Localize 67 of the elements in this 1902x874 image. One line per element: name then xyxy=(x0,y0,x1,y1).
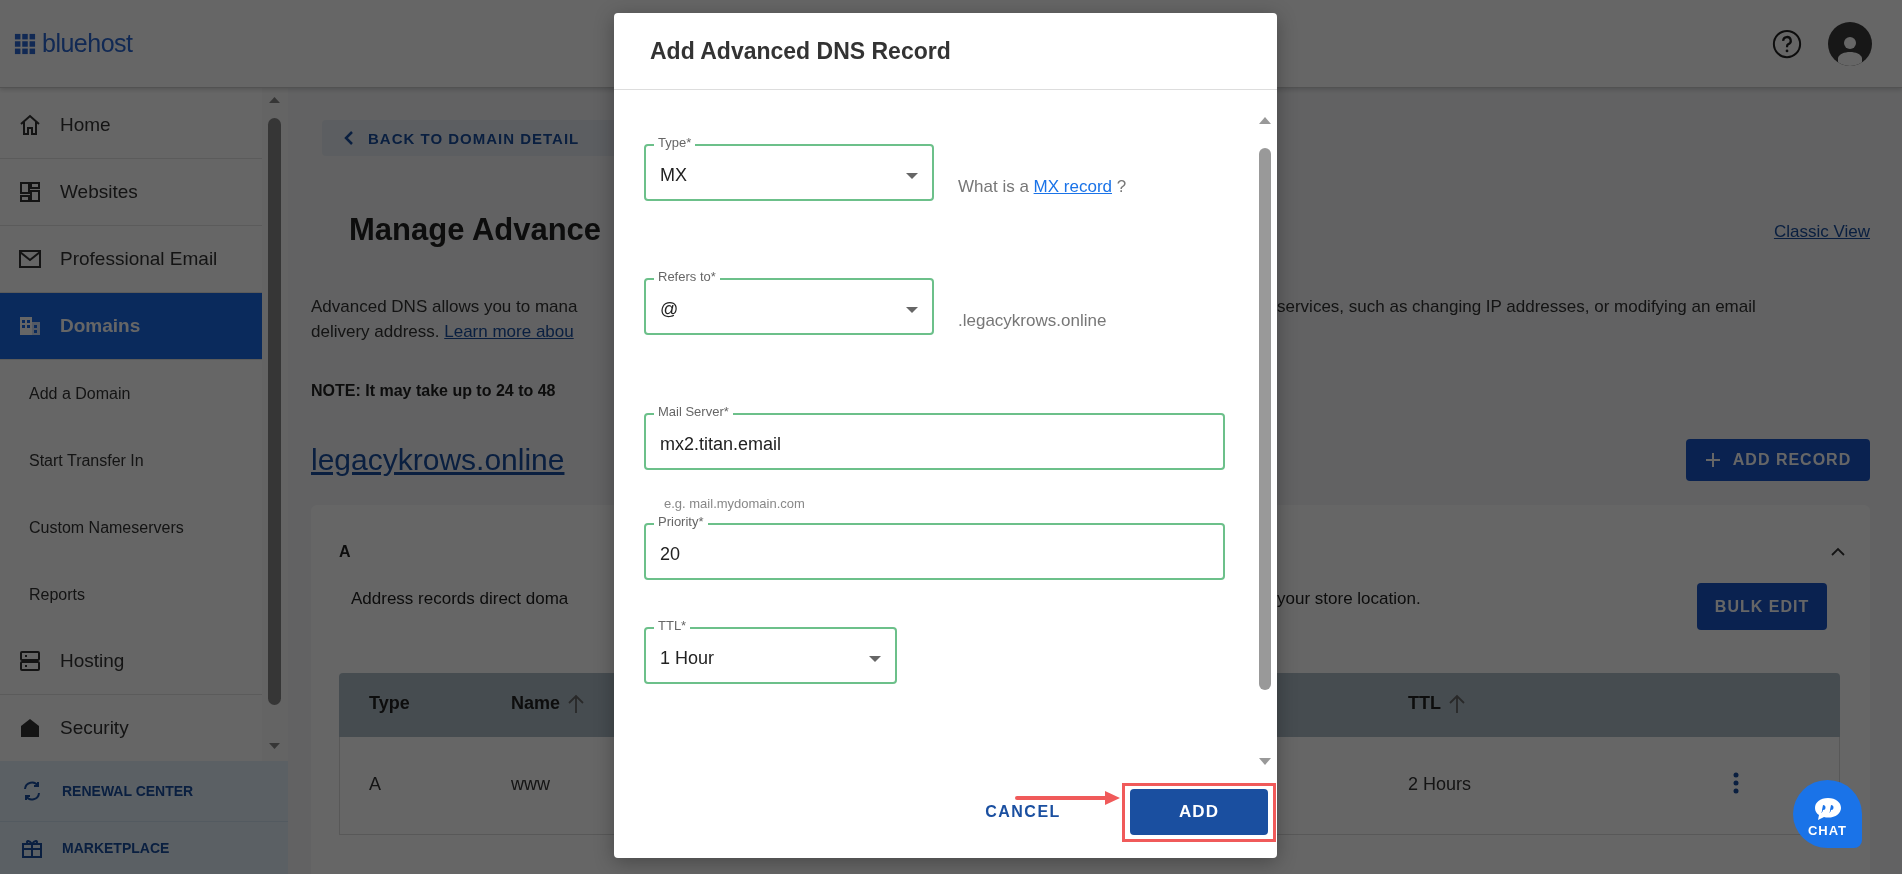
back-button[interactable]: BACK TO DOMAIN DETAIL xyxy=(322,120,614,156)
domain-link[interactable]: legacykrows.online xyxy=(311,443,614,477)
classic-view-link[interactable]: Classic View xyxy=(1773,222,1870,242)
field-label: Type* xyxy=(654,135,696,150)
note-text: NOTE: It may take up to 24 to 48 xyxy=(311,381,557,400)
help-text: What is a MX record ? xyxy=(958,177,1127,197)
chat-bubble-icon xyxy=(1813,796,1842,821)
input-field[interactable]: Mail Server* mx2.titan.email xyxy=(644,404,1225,470)
add-record-button[interactable]: ADD RECORD xyxy=(1686,439,1870,481)
scroll-down-icon[interactable] xyxy=(268,742,281,750)
footer-link[interactable]: MARKETPLACE xyxy=(0,822,288,874)
mx-record-link[interactable]: MX record xyxy=(1033,177,1112,196)
caret-icon xyxy=(869,655,881,662)
chevron-left-icon xyxy=(344,130,354,146)
sort-arrow-icon[interactable] xyxy=(568,693,585,714)
home-icon xyxy=(18,113,42,137)
column-header[interactable]: Name xyxy=(511,693,585,714)
helper-text: e.g. mail.mydomain.com xyxy=(664,496,806,512)
more-options-icon[interactable] xyxy=(1733,772,1739,794)
footer-link[interactable]: RENEWAL CENTER xyxy=(0,761,288,822)
dashboard-icon xyxy=(18,180,42,204)
field-label: Refers to* xyxy=(654,269,720,284)
card-description: Address records direct doma xyxy=(351,589,570,609)
nav-subitem[interactable]: Add a Domain xyxy=(0,360,262,427)
nav-subitem[interactable]: Custom Nameservers xyxy=(0,494,262,561)
table-cell: www xyxy=(511,774,550,795)
field-label: TTL* xyxy=(654,618,691,633)
building-icon xyxy=(18,314,42,338)
nav-item[interactable]: Domains xyxy=(0,293,262,360)
page-title: Manage Advance xyxy=(349,212,603,248)
sort-arrow-icon[interactable] xyxy=(1449,693,1465,714)
dialog-title: Add Advanced DNS Record xyxy=(650,37,951,65)
description-text: services, such as changing IP addresses, or modifying an email xyxy=(1277,296,1757,318)
select-field[interactable]: Type* MX xyxy=(644,135,934,201)
learn-more-link[interactable]: Learn more abou xyxy=(444,322,574,341)
table-cell: A xyxy=(369,774,381,795)
add-button[interactable]: ADD xyxy=(1130,789,1268,835)
chevron-icon[interactable] xyxy=(1830,547,1846,557)
help-icon xyxy=(1772,28,1802,59)
scroll-up-icon[interactable] xyxy=(1259,116,1271,124)
caret-icon xyxy=(906,306,918,313)
input-field[interactable]: Priority* 20 xyxy=(644,514,1225,580)
plus-icon xyxy=(1704,452,1721,468)
cancel-button[interactable]: CANCEL xyxy=(973,789,1073,835)
select-field[interactable]: Refers to* @ xyxy=(644,269,934,335)
envelope-icon xyxy=(18,247,42,271)
table-cell: 2 Hours xyxy=(1408,774,1472,795)
description-text: Advanced DNS allows you to mana xyxy=(311,296,579,318)
nav-subitem[interactable]: Start Transfer In xyxy=(0,427,262,494)
description-text: delivery address. Learn more abou xyxy=(311,321,575,343)
scroll-down-icon[interactable] xyxy=(1259,758,1271,766)
column-header[interactable]: TTL xyxy=(1408,693,1465,714)
bulk-edit-button[interactable]: BULK EDIT xyxy=(1697,583,1827,630)
column-header[interactable]: Type xyxy=(369,693,410,714)
select-field[interactable]: TTL* 1 Hour xyxy=(644,618,897,684)
avatar-icon[interactable] xyxy=(1828,21,1872,66)
grid-logo-icon xyxy=(14,32,36,55)
scroll-up-icon[interactable] xyxy=(268,96,281,104)
caret-icon xyxy=(906,172,918,179)
logo-text[interactable]: bluehost xyxy=(42,29,133,58)
field-label: Priority* xyxy=(654,514,708,529)
card-description: your store location. xyxy=(1277,589,1421,609)
domain-suffix: .legacykrows.online xyxy=(958,311,1107,331)
field-label: Mail Server* xyxy=(654,404,733,419)
nav-subitem[interactable]: Reports xyxy=(0,561,262,628)
card-heading: A xyxy=(339,543,352,561)
server-icon xyxy=(18,649,42,673)
